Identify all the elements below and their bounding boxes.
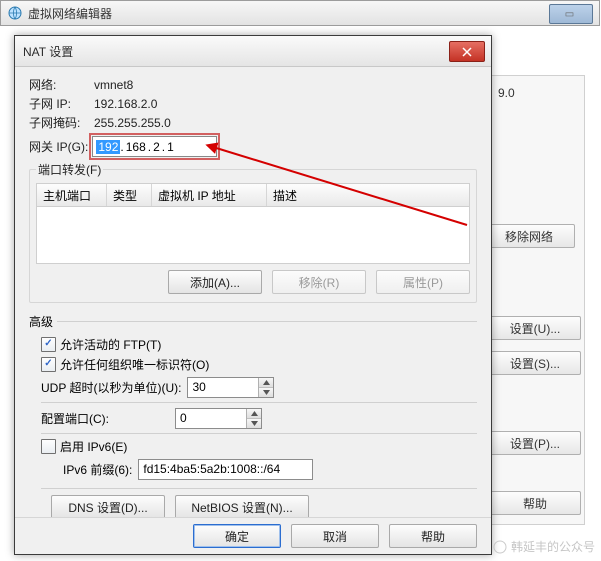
port-forward-list[interactable] [36, 207, 470, 264]
dns-settings-button[interactable]: DNS 设置(D)... [51, 495, 165, 519]
allow-ftp-label: 允许活动的 FTP(T) [60, 336, 161, 353]
subnet-mask-row: 子网掩码: 255.255.255.0 [29, 113, 477, 132]
config-port-input[interactable] [176, 411, 246, 425]
network-value: vmnet8 [94, 78, 133, 92]
app-icon [7, 5, 23, 21]
col-type[interactable]: 类型 [107, 184, 152, 206]
gateway-oct1: 192 [96, 140, 120, 154]
ipv6-prefix-label: IPv6 前缀(6): [63, 461, 132, 478]
dialog-footer: 确定 取消 帮助 [15, 517, 491, 554]
bg-help-button[interactable]: 帮助 [489, 491, 581, 515]
dialog-title: NAT 设置 [23, 43, 73, 60]
separator-line [57, 321, 477, 322]
bg-settings-s-button[interactable]: 设置(S)... [489, 351, 581, 375]
spin-down-icon[interactable] [247, 419, 261, 428]
cancel-button[interactable]: 取消 [291, 524, 379, 548]
allow-oui-label: 允许任何组织唯一标识符(O) [60, 356, 209, 373]
udp-timeout-label: UDP 超时(以秒为单位)(U): [41, 379, 181, 396]
gateway-oct4: 1 [165, 140, 176, 154]
netbios-settings-button[interactable]: NetBIOS 设置(N)... [175, 495, 309, 519]
col-description[interactable]: 描述 [267, 184, 469, 206]
allow-oui-row: 允许任何组织唯一标识符(O) [41, 354, 477, 374]
subnet-ip-value: 192.168.2.0 [94, 97, 157, 111]
port-forward-buttons: 添加(A)... 移除(R) 属性(P) [36, 270, 470, 294]
gateway-ip-input[interactable]: 192. 168 . 2 . 1 [92, 136, 217, 157]
gateway-row: 网关 IP(G): 192. 168 . 2 . 1 [29, 136, 477, 157]
remove-network-button[interactable]: 移除网络 [483, 224, 575, 248]
port-forwarding-legend: 端口转发(F) [36, 161, 103, 178]
gateway-oct3: 2 [151, 140, 162, 154]
close-icon [462, 47, 472, 57]
enable-ipv6-checkbox[interactable] [41, 439, 56, 454]
advanced-separator: 高级 [29, 313, 477, 330]
subnet-mask-value: 255.255.255.0 [94, 116, 171, 130]
advanced-label: 高级 [29, 313, 53, 330]
add-button[interactable]: 添加(A)... [168, 270, 262, 294]
close-button[interactable] [449, 41, 485, 62]
ipv6-prefix-row: IPv6 前缀(6): [41, 456, 477, 482]
bg-settings-p-button[interactable]: 设置(P)... [489, 431, 581, 455]
udp-timeout-row: UDP 超时(以秒为单位)(U): [41, 374, 477, 400]
dialog-titlebar: NAT 设置 [15, 36, 491, 67]
dialog-help-button[interactable]: 帮助 [389, 524, 477, 548]
bg-settings-u-button[interactable]: 设置(U)... [489, 316, 581, 340]
ipv6-prefix-input[interactable] [138, 459, 313, 480]
remove-button[interactable]: 移除(R) [272, 270, 366, 294]
parent-window-title: 虚拟网络编辑器 [28, 5, 112, 22]
advanced-content: 允许活动的 FTP(T) 允许任何组织唯一标识符(O) UDP 超时(以秒为单位… [29, 334, 477, 519]
watermark-text: 韩延丰的公众号 [511, 538, 595, 555]
bg-value: 9.0 [498, 86, 515, 100]
ok-button[interactable]: 确定 [193, 524, 281, 548]
subnet-ip-row: 子网 IP: 192.168.2.0 [29, 94, 477, 113]
allow-ftp-row: 允许活动的 FTP(T) [41, 334, 477, 354]
parent-panel: 9.0 移除网络 设置(U)... 设置(S)... 设置(P)... 帮助 [485, 75, 585, 525]
allow-oui-checkbox[interactable] [41, 357, 56, 372]
config-port-spinner[interactable] [175, 408, 262, 429]
allow-ftp-checkbox[interactable] [41, 337, 56, 352]
extra-settings-row: DNS 设置(D)... NetBIOS 设置(N)... [41, 495, 477, 519]
watermark: 韩延丰的公众号 [493, 538, 595, 555]
config-port-row: 配置端口(C): [41, 405, 477, 431]
col-host-port[interactable]: 主机端口 [37, 184, 107, 206]
enable-ipv6-row: 启用 IPv6(E) [41, 436, 477, 456]
config-port-label: 配置端口(C): [41, 410, 169, 427]
nat-settings-dialog: NAT 设置 网络: vmnet8 子网 IP: 192.168.2.0 子网掩… [14, 35, 492, 555]
parent-window-titlebar: 虚拟网络编辑器 ▭ [0, 0, 600, 26]
properties-button[interactable]: 属性(P) [376, 270, 470, 294]
watermark-icon [493, 540, 507, 554]
udp-timeout-spinner[interactable] [187, 377, 274, 398]
network-label: 网络: [29, 76, 94, 93]
col-vm-ip[interactable]: 虚拟机 IP 地址 [152, 184, 267, 206]
port-forward-list-header: 主机端口 类型 虚拟机 IP 地址 描述 [36, 183, 470, 207]
dialog-body: 网络: vmnet8 子网 IP: 192.168.2.0 子网掩码: 255.… [15, 67, 491, 519]
enable-ipv6-label: 启用 IPv6(E) [60, 438, 127, 455]
subnet-ip-label: 子网 IP: [29, 95, 94, 112]
spin-up-icon[interactable] [259, 378, 273, 388]
gateway-label: 网关 IP(G): [29, 138, 88, 155]
parent-close-button[interactable]: ▭ [549, 4, 593, 24]
port-forwarding-group: 端口转发(F) 主机端口 类型 虚拟机 IP 地址 描述 添加(A)... 移除… [29, 161, 477, 303]
udp-timeout-input[interactable] [188, 380, 258, 394]
subnet-mask-label: 子网掩码: [29, 114, 94, 131]
gateway-oct2: 168 [124, 140, 148, 154]
spin-up-icon[interactable] [247, 409, 261, 419]
network-row: 网络: vmnet8 [29, 75, 477, 94]
spin-down-icon[interactable] [259, 388, 273, 397]
